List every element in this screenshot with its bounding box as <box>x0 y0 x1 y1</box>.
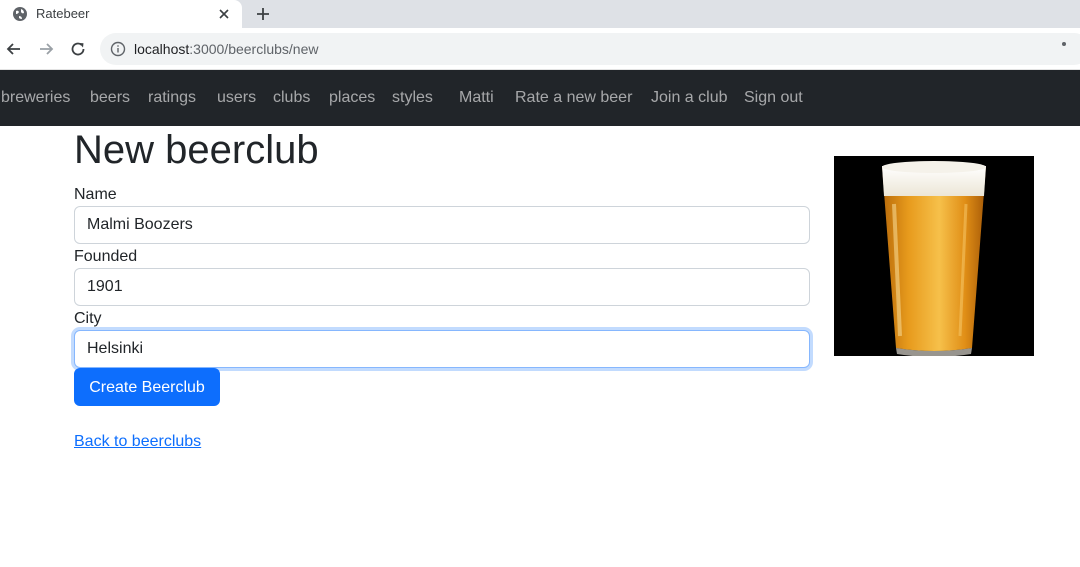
close-icon[interactable] <box>216 6 232 22</box>
nav-link-sign-out[interactable]: Sign out <box>744 89 803 107</box>
browser-toolbar: localhost:3000/beerclubs/new <box>0 28 1080 70</box>
create-beerclub-button[interactable]: Create Beerclub <box>74 368 220 406</box>
nav-link-breweries[interactable]: breweries <box>1 89 70 107</box>
nav-link-styles[interactable]: styles <box>392 89 433 107</box>
nav-link-ratings[interactable]: ratings <box>148 89 196 107</box>
founded-input[interactable] <box>74 268 810 306</box>
browser-menu-icon[interactable] <box>1062 42 1066 46</box>
url-text: localhost:3000/beerclubs/new <box>134 41 318 57</box>
reload-icon[interactable] <box>68 39 88 59</box>
address-bar[interactable]: localhost:3000/beerclubs/new <box>100 33 1080 65</box>
back-arrow-icon[interactable] <box>4 39 24 59</box>
city-input[interactable] <box>74 330 810 368</box>
back-to-beerclubs-link[interactable]: Back to beerclubs <box>74 433 201 451</box>
nav-link-user[interactable]: Matti <box>459 89 494 107</box>
tab-title: Ratebeer <box>36 6 90 21</box>
nav-link-beers[interactable]: beers <box>90 89 130 107</box>
nav-link-users[interactable]: users <box>217 89 256 107</box>
main-navbar: breweries beers ratings users clubs plac… <box>0 70 1080 126</box>
globe-icon <box>13 7 27 21</box>
beer-glass-image <box>834 156 1034 357</box>
url-path: :3000/beerclubs/new <box>189 41 319 57</box>
nav-link-join-club[interactable]: Join a club <box>651 89 728 107</box>
browser-tab[interactable]: Ratebeer <box>0 0 242 28</box>
plus-icon[interactable] <box>254 5 272 23</box>
nav-link-places[interactable]: places <box>329 89 375 107</box>
city-label: City <box>74 310 102 327</box>
name-label: Name <box>74 186 117 203</box>
browser-tabstrip: Ratebeer <box>0 0 1080 28</box>
nav-link-rate-beer[interactable]: Rate a new beer <box>515 89 632 107</box>
beer-glass-icon <box>882 161 986 357</box>
info-icon[interactable] <box>110 41 126 57</box>
founded-label: Founded <box>74 248 138 265</box>
url-host: localhost <box>134 41 190 57</box>
nav-link-clubs[interactable]: clubs <box>273 89 310 107</box>
page-title: New beerclub <box>74 128 319 172</box>
name-input[interactable] <box>74 206 810 244</box>
forward-arrow-icon[interactable] <box>36 39 56 59</box>
